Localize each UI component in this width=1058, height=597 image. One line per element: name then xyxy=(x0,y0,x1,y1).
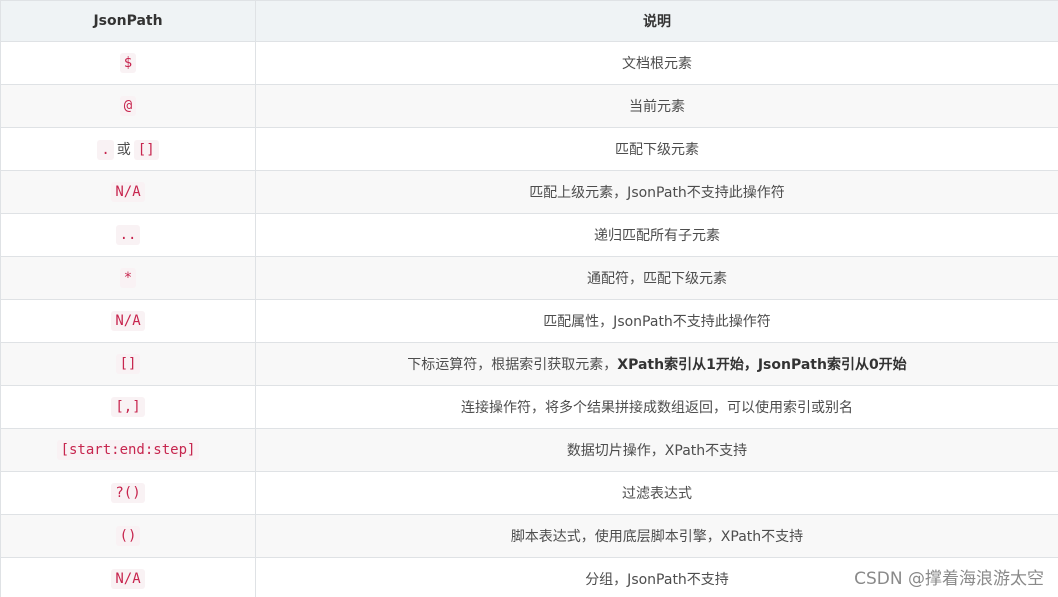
table-header-row: JsonPath 说明 xyxy=(0,0,1058,42)
desc-cell: 脚本表达式，使用底层脚本引擎，XPath不支持 xyxy=(255,514,1058,558)
code-token: .. xyxy=(115,225,141,245)
table-row: ?() 过滤表达式 xyxy=(0,471,1058,515)
code-cell: N/A xyxy=(0,557,256,597)
code-cell: * xyxy=(0,256,256,300)
desc-cell: 匹配下级元素 xyxy=(255,127,1058,171)
header-description: 说明 xyxy=(255,0,1058,42)
header-jsonpath: JsonPath xyxy=(0,0,256,42)
code-cell: [,] xyxy=(0,385,256,429)
desc-bold-text: XPath索引从1开始，JsonPath索引从0开始 xyxy=(617,357,907,373)
desc-text: 下标运算符，根据索引获取元素， xyxy=(407,357,618,373)
code-token: [,] xyxy=(111,397,145,417)
table-row: . 或[] 匹配下级元素 xyxy=(0,127,1058,171)
desc-cell: 过滤表达式 xyxy=(255,471,1058,515)
table-row: [] 下标运算符，根据索引获取元素，XPath索引从1开始，JsonPath索引… xyxy=(0,342,1058,386)
code-token: $ xyxy=(119,53,137,73)
code-cell: .. xyxy=(0,213,256,257)
desc-cell: 匹配上级元素，JsonPath不支持此操作符 xyxy=(255,170,1058,214)
desc-cell: 文档根元素 xyxy=(255,41,1058,85)
code-token: N/A xyxy=(111,311,145,331)
table-row: N/A 匹配上级元素，JsonPath不支持此操作符 xyxy=(0,170,1058,214)
code-token: [start:end:step] xyxy=(56,440,200,460)
table-row: () 脚本表达式，使用底层脚本引擎，XPath不支持 xyxy=(0,514,1058,558)
code-cell: N/A xyxy=(0,170,256,214)
code-cell: [] xyxy=(0,342,256,386)
code-token: . xyxy=(97,140,114,160)
csdn-watermark: CSDN @撑着海浪游太空 xyxy=(854,569,1044,589)
table-row: [start:end:step] 数据切片操作，XPath不支持 xyxy=(0,428,1058,472)
code-token: () xyxy=(115,526,141,546)
table-row: .. 递归匹配所有子元素 xyxy=(0,213,1058,257)
desc-cell: 下标运算符，根据索引获取元素，XPath索引从1开始，JsonPath索引从0开… xyxy=(255,342,1058,386)
desc-cell: 匹配属性，JsonPath不支持此操作符 xyxy=(255,299,1058,343)
code-token: ?() xyxy=(111,483,145,503)
code-token: N/A xyxy=(111,182,145,202)
desc-cell: 当前元素 xyxy=(255,84,1058,128)
code-cell: $ xyxy=(0,41,256,85)
code-cell: . 或[] xyxy=(0,127,256,171)
code-cell: ?() xyxy=(0,471,256,515)
code-token: N/A xyxy=(111,569,145,589)
code-token: @ xyxy=(119,96,137,116)
code-token: [] xyxy=(115,354,141,374)
desc-cell: 通配符，匹配下级元素 xyxy=(255,256,1058,300)
table-row: * 通配符，匹配下级元素 xyxy=(0,256,1058,300)
code-cell: [start:end:step] xyxy=(0,428,256,472)
jsonpath-table: JsonPath 说明 $ 文档根元素 @ 当前元素 . 或[] 匹配下级元素 N… xyxy=(0,0,1058,597)
code-cell: () xyxy=(0,514,256,558)
code-token: [] xyxy=(133,140,159,160)
desc-cell: 连接操作符，将多个结果拼接成数组返回，可以使用索引或别名 xyxy=(255,385,1058,429)
desc-cell: 数据切片操作，XPath不支持 xyxy=(255,428,1058,472)
table-row: @ 当前元素 xyxy=(0,84,1058,128)
desc-cell: 递归匹配所有子元素 xyxy=(255,213,1058,257)
table-row: N/A 匹配属性，JsonPath不支持此操作符 xyxy=(0,299,1058,343)
code-cell: @ xyxy=(0,84,256,128)
table-row: $ 文档根元素 xyxy=(0,41,1058,85)
table-row: [,] 连接操作符，将多个结果拼接成数组返回，可以使用索引或别名 xyxy=(0,385,1058,429)
page: JsonPath 说明 $ 文档根元素 @ 当前元素 . 或[] 匹配下级元素 N… xyxy=(0,0,1058,597)
code-token: * xyxy=(119,268,137,288)
code-cell: N/A xyxy=(0,299,256,343)
connector-text: 或 xyxy=(116,142,131,158)
